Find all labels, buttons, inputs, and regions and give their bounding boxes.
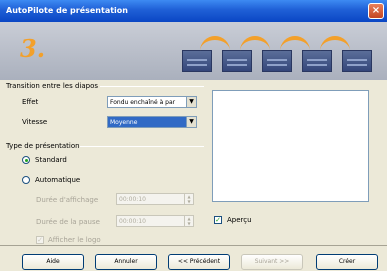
effect-value: Fondu enchaîné à par [110,99,176,106]
page-duration-label: Durée d'affichage [36,196,99,204]
pause-duration-stepper[interactable]: 00:00:10 ▲ ▼ [116,215,194,227]
chevron-down-icon[interactable]: ▼ [186,97,196,107]
page-duration-value: 00:00:10 [119,196,146,203]
pause-duration-value: 00:00:10 [119,218,146,225]
check-icon: ✓ [215,216,221,224]
preview-checkbox[interactable]: ✓ [214,216,222,224]
wizard-banner: 3. [0,22,387,80]
page-duration-stepper[interactable]: 00:00:10 ▲ ▼ [116,193,194,205]
footer-divider [0,245,387,246]
cancel-button[interactable]: Annuler [95,254,157,270]
presentation-type-section-label: Type de présentation [6,142,80,150]
transition-section-label: Transition entre les diapos [6,82,98,90]
speed-select[interactable]: Moyenne ▼ [107,116,197,128]
preview-label: Aperçu [227,216,252,224]
check-icon: ✓ [37,236,43,244]
help-button[interactable]: Aide [22,254,84,270]
spin-down-icon[interactable]: ▼ [187,221,190,226]
section-divider [80,146,204,147]
preview-pane [212,90,369,202]
automatic-radio-label: Automatique [35,176,81,184]
step-number: 3. [20,34,46,63]
create-button[interactable]: Créer [316,254,378,270]
close-button[interactable]: × [368,3,384,19]
chevron-down-icon[interactable]: ▼ [186,117,196,127]
close-icon: × [371,5,381,16]
effect-select[interactable]: Fondu enchaîné à par ▼ [107,96,197,108]
speed-value: Moyenne [110,119,138,126]
previous-button[interactable]: << Précédent [168,254,230,270]
slide-icon [342,50,372,72]
effect-label: Effet [22,98,39,106]
spin-buttons[interactable]: ▲ ▼ [184,194,193,204]
spin-down-icon[interactable]: ▼ [187,199,190,204]
show-logo-checkbox[interactable]: ✓ [36,236,44,244]
show-logo-label: Afficher le logo [48,236,101,244]
title-bar: AutoPilote de présentation × [0,0,387,22]
next-button[interactable]: Suivant >> [241,254,303,270]
spin-buttons[interactable]: ▲ ▼ [184,216,193,226]
window-title: AutoPilote de présentation [6,6,128,15]
pause-duration-label: Durée de la pause [36,218,100,226]
standard-radio-label: Standard [35,156,67,164]
standard-radio[interactable] [22,156,30,164]
automatic-radio[interactable] [22,176,30,184]
speed-label: Vitesse [22,118,48,126]
section-divider [100,86,204,87]
